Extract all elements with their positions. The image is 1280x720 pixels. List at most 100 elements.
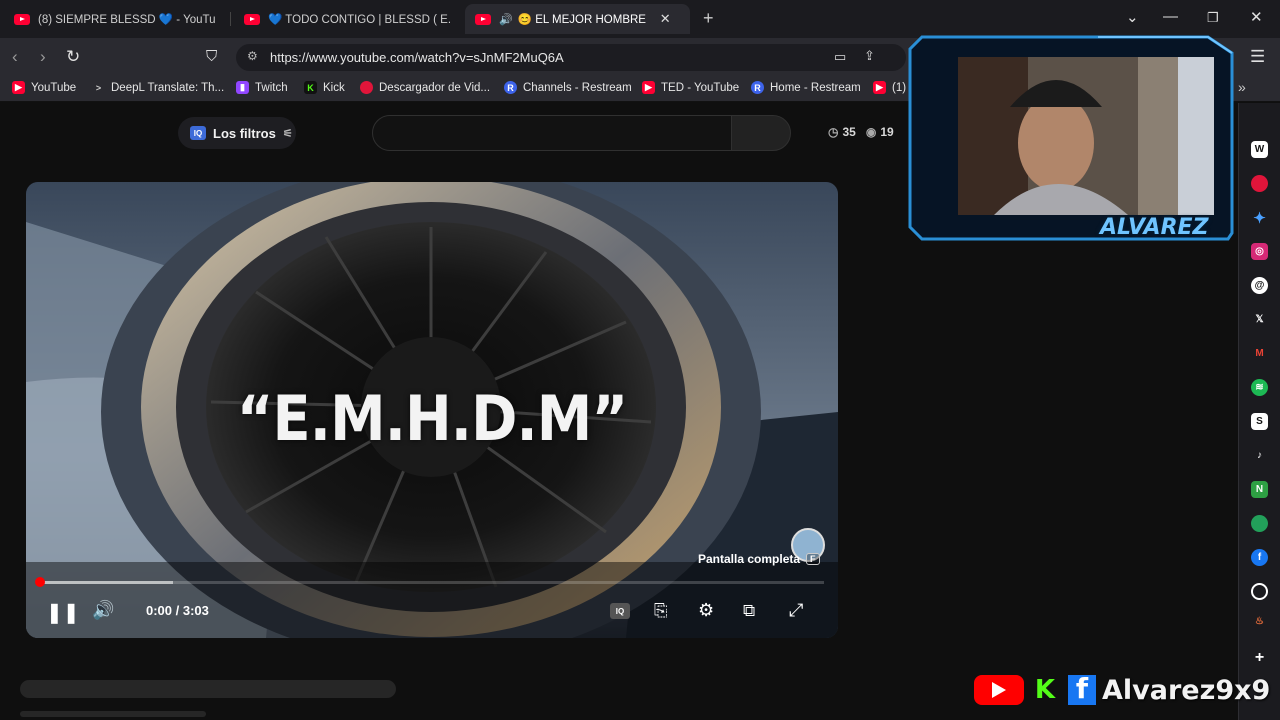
bookmark-label: TED - YouTube bbox=[661, 81, 740, 94]
reload-button[interactable]: ↻ bbox=[66, 47, 80, 67]
subtitles-button[interactable]: ⎘ bbox=[654, 601, 668, 621]
tab-siempre-blessd[interactable]: (8) SIEMPRE BLESSD 💙 - YouTube bbox=[4, 4, 226, 34]
tab-search-icon[interactable]: ⌄ bbox=[1126, 8, 1139, 26]
scrubber-handle[interactable] bbox=[35, 577, 45, 587]
twitch-icon: ▮ bbox=[236, 81, 249, 94]
bookmark-home-restream[interactable]: R Home - Restream bbox=[751, 81, 861, 94]
close-window-button[interactable]: ✕ bbox=[1250, 8, 1263, 26]
bookmark-label: Twitch bbox=[255, 81, 288, 94]
tab-label: (8) SIEMPRE BLESSD 💙 - YouTube bbox=[38, 14, 216, 26]
restream-icon: R bbox=[504, 81, 517, 94]
bookmark-youtube[interactable]: ▶ YouTube bbox=[12, 81, 76, 94]
theater-mode-button[interactable]: ⧉ bbox=[743, 601, 755, 621]
gmail-icon[interactable]: M bbox=[1251, 345, 1268, 362]
social-handles: K f Alvarez9x9 bbox=[974, 672, 1270, 708]
stats-bar: ◷ 35 ◉ 19 bbox=[828, 125, 894, 139]
bookmark-label: YouTube bbox=[31, 81, 77, 94]
buffered-bar bbox=[40, 581, 174, 584]
volume-button[interactable]: 🔊 bbox=[92, 600, 114, 621]
restore-button[interactable]: ❐ bbox=[1207, 10, 1219, 26]
bookmark-twitch[interactable]: ▮ Twitch bbox=[236, 81, 288, 94]
record-icon[interactable] bbox=[1251, 175, 1268, 192]
filters-button[interactable]: IQ Los filtros ⚟ bbox=[178, 117, 296, 149]
webcam-overlay bbox=[908, 33, 1236, 243]
new-tab-button[interactable]: + bbox=[703, 8, 714, 29]
restream-icon: R bbox=[751, 81, 764, 94]
downloader-icon bbox=[360, 81, 373, 94]
minimize-button[interactable]: — bbox=[1163, 8, 1178, 25]
forward-button[interactable]: › bbox=[40, 47, 46, 67]
eye-icon: ◉ bbox=[865, 125, 877, 139]
spotify-icon[interactable]: ≋ bbox=[1251, 379, 1268, 396]
w-icon[interactable]: W bbox=[1251, 141, 1268, 158]
tab-label: 💙 TODO CONTIGO | BLESSD ( E.M.H bbox=[268, 14, 450, 26]
loading-placeholder bbox=[20, 711, 206, 717]
facebook-icon: f bbox=[1068, 672, 1096, 705]
bookmark-label: DeepL Translate: Th... bbox=[111, 81, 225, 94]
threads-icon[interactable]: @ bbox=[1251, 277, 1268, 294]
youtube-icon bbox=[244, 13, 260, 25]
menu-icon[interactable]: ☰ bbox=[1250, 47, 1265, 67]
youtube-icon bbox=[14, 13, 30, 25]
tab-todo-contigo[interactable]: 💙 TODO CONTIGO | BLESSD ( E.M.H bbox=[234, 4, 460, 34]
bookmark-youtube-1[interactable]: ▶ (1) bbox=[873, 81, 906, 94]
x-icon[interactable]: 𝕏 bbox=[1251, 311, 1268, 328]
back-button[interactable]: ‹ bbox=[12, 47, 18, 67]
tiktok-icon[interactable]: ♪ bbox=[1251, 447, 1268, 464]
iq-player-icon[interactable]: IQ bbox=[610, 603, 630, 619]
site-info-icon[interactable]: ⚙ bbox=[247, 49, 258, 63]
tooltip-label: Pantalla completa bbox=[698, 552, 801, 566]
bookmark-label: Channels - Restream bbox=[523, 81, 632, 94]
add-icon[interactable]: + bbox=[1251, 649, 1268, 666]
search-button[interactable] bbox=[731, 115, 791, 151]
cast-icon[interactable]: ▭ bbox=[834, 49, 846, 65]
s-icon[interactable]: S bbox=[1251, 413, 1268, 430]
share-icon[interactable]: ⇪ bbox=[864, 48, 875, 64]
youtube-icon bbox=[475, 13, 491, 25]
time-display: 0:00 / 3:03 bbox=[146, 603, 209, 618]
bookmark-deepl[interactable]: > DeepL Translate: Th... bbox=[92, 81, 224, 94]
sparkle-icon[interactable]: ✦ bbox=[1251, 209, 1268, 227]
iq-icon: IQ bbox=[190, 126, 206, 140]
browser-sidebar: W ✦ ◎ @ 𝕏 M ≋ S ♪ N f ♨ + bbox=[1238, 103, 1280, 720]
bookmark-downloader[interactable]: Descargador de Vid... bbox=[360, 81, 490, 94]
youtube-icon: ▶ bbox=[12, 81, 25, 94]
fullscreen-tooltip: Pantalla completa F bbox=[698, 552, 820, 566]
tab-divider bbox=[230, 12, 231, 26]
video-player[interactable]: “E.M.H.D.M” Pantalla completa F ❚❚ 🔊 0:0… bbox=[26, 182, 838, 638]
youtube-icon bbox=[974, 675, 1024, 705]
video-title-overlay: “E.M.H.D.M” bbox=[236, 382, 628, 455]
more-bookmarks-icon[interactable]: » bbox=[1238, 79, 1246, 95]
kick-icon: K bbox=[1034, 675, 1056, 705]
bookmark-label: Kick bbox=[323, 81, 345, 94]
clock-icon: ◷ bbox=[828, 125, 839, 139]
tab-el-mejor-hombre[interactable]: 🔊 😊 EL MEJOR HOMBRE DEL M ✕ bbox=[465, 4, 690, 34]
streamer-name: ALVAREZ bbox=[1100, 215, 1209, 240]
pause-button[interactable]: ❚❚ bbox=[46, 600, 80, 625]
fullscreen-button[interactable]: ⤢ bbox=[789, 600, 803, 621]
speaker-icon[interactable]: 🔊 bbox=[499, 13, 513, 26]
facebook-icon[interactable]: f bbox=[1251, 549, 1268, 566]
n-icon[interactable]: N bbox=[1251, 481, 1268, 498]
bookmark-label: Descargador de Vid... bbox=[379, 81, 491, 94]
progress-bar[interactable] bbox=[40, 581, 824, 584]
bookmark-label: Home - Restream bbox=[770, 81, 861, 94]
bookmark-ted[interactable]: ▶ TED - YouTube bbox=[642, 81, 739, 94]
filters-label: Los filtros bbox=[213, 125, 276, 141]
sliders-icon: ⚟ bbox=[282, 127, 293, 140]
circle-icon[interactable] bbox=[1251, 583, 1268, 600]
app-icon[interactable]: ♨ bbox=[1251, 613, 1268, 630]
bookmark-kick[interactable]: K Kick bbox=[304, 81, 345, 94]
loading-placeholder bbox=[20, 680, 396, 698]
bookmark-icon[interactable]: ⛉ bbox=[206, 48, 217, 65]
youtube-icon: ▶ bbox=[642, 81, 655, 94]
bookmark-channels-restream[interactable]: R Channels - Restream bbox=[504, 81, 632, 94]
search-input[interactable] bbox=[372, 115, 732, 151]
close-tab-icon[interactable]: ✕ bbox=[660, 11, 671, 27]
settings-gear-icon[interactable]: ⚙ bbox=[698, 600, 714, 621]
bookmark-label: (1) bbox=[892, 81, 907, 94]
green-app-icon[interactable] bbox=[1251, 515, 1268, 532]
social-handle: Alvarez9x9 bbox=[1102, 674, 1271, 706]
url-field[interactable]: ⚙ https://www.youtube.com/watch?v=sJnMF2… bbox=[236, 44, 906, 71]
instagram-icon[interactable]: ◎ bbox=[1251, 243, 1268, 260]
